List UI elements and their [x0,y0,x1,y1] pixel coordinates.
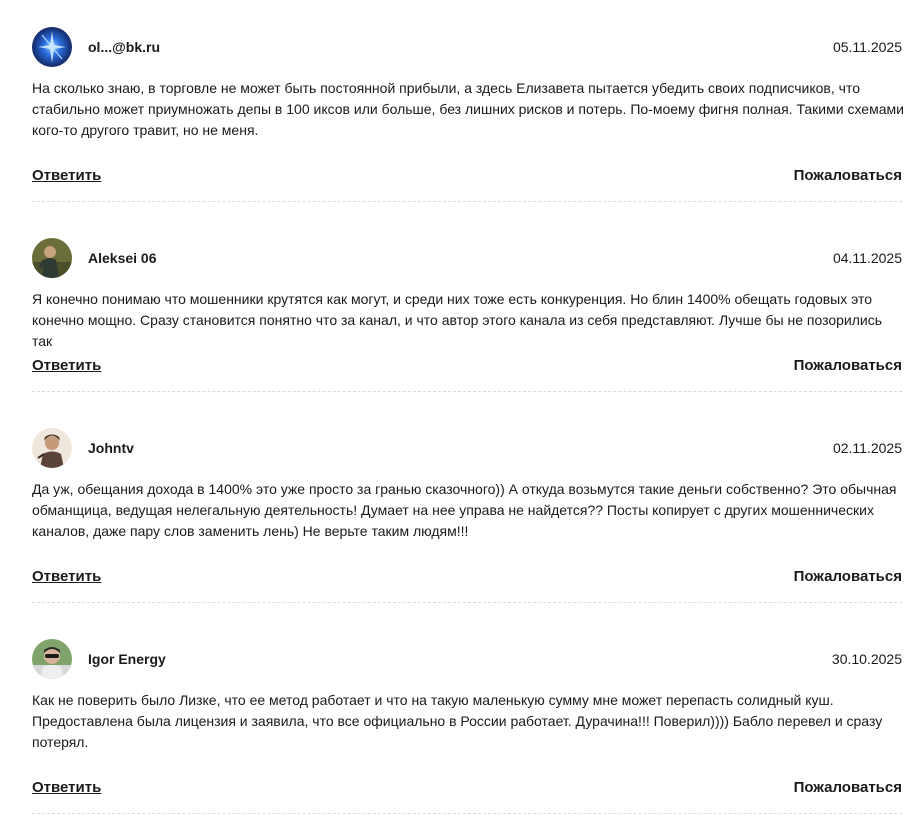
comment-divider [32,602,902,603]
comment-header: Aleksei 06 04.11.2025 [32,238,902,278]
comment-author: Igor Energy [88,651,166,667]
comment-author: Aleksei 06 [88,250,157,266]
report-link[interactable]: Пожаловаться [794,166,902,186]
comment-header: Johntv 02.11.2025 [32,428,902,468]
reply-link[interactable]: Ответить [32,567,101,587]
avatar[interactable] [32,27,72,67]
comment-date: 02.11.2025 [832,440,902,456]
comment-header: Igor Energy 30.10.2025 [32,639,902,679]
comment-divider [32,391,902,392]
report-link[interactable]: Пожаловаться [794,567,902,587]
reply-link[interactable]: Ответить [32,356,101,376]
comment-item: Igor Energy 30.10.2025 Как не поверить б… [0,639,914,815]
reply-link[interactable]: Ответить [32,778,101,798]
avatar-image-icon [32,639,72,679]
comment-date: 30.10.2025 [831,651,902,667]
comment-date: 04.11.2025 [832,250,902,266]
comment-header: ol...@bk.ru 05.11.2025 [32,27,902,67]
avatar-image-icon [32,428,72,468]
avatar[interactable] [32,639,72,679]
comment-author: Johntv [88,440,134,456]
comment-item: Johntv 02.11.2025 Да уж, обещания дохода… [0,428,914,604]
comment-item: ol...@bk.ru 05.11.2025 На сколько знаю, … [0,27,914,202]
avatar[interactable] [32,428,72,468]
report-link[interactable]: Пожаловаться [794,356,902,376]
avatar-image-icon [32,238,72,278]
comment-text: На сколько знаю, в торговле не может быт… [32,80,904,138]
avatar-image-icon [32,27,72,67]
avatar[interactable] [32,238,72,278]
comment-date: 05.11.2025 [832,39,902,55]
comment-text: Как не поверить было Лизке, что ее метод… [32,692,883,750]
reply-link[interactable]: Ответить [32,166,101,186]
comment-text: Я конечно понимаю что мошенники крутятся… [32,291,883,349]
comment-item: Aleksei 06 04.11.2025 Я конечно понимаю … [0,238,914,393]
comment-text: Да уж, обещания дохода в 1400% это уже п… [32,481,897,539]
comment-author: ol...@bk.ru [88,39,160,55]
report-link[interactable]: Пожаловаться [794,778,902,798]
comment-divider [32,201,902,202]
comment-divider [32,813,902,814]
